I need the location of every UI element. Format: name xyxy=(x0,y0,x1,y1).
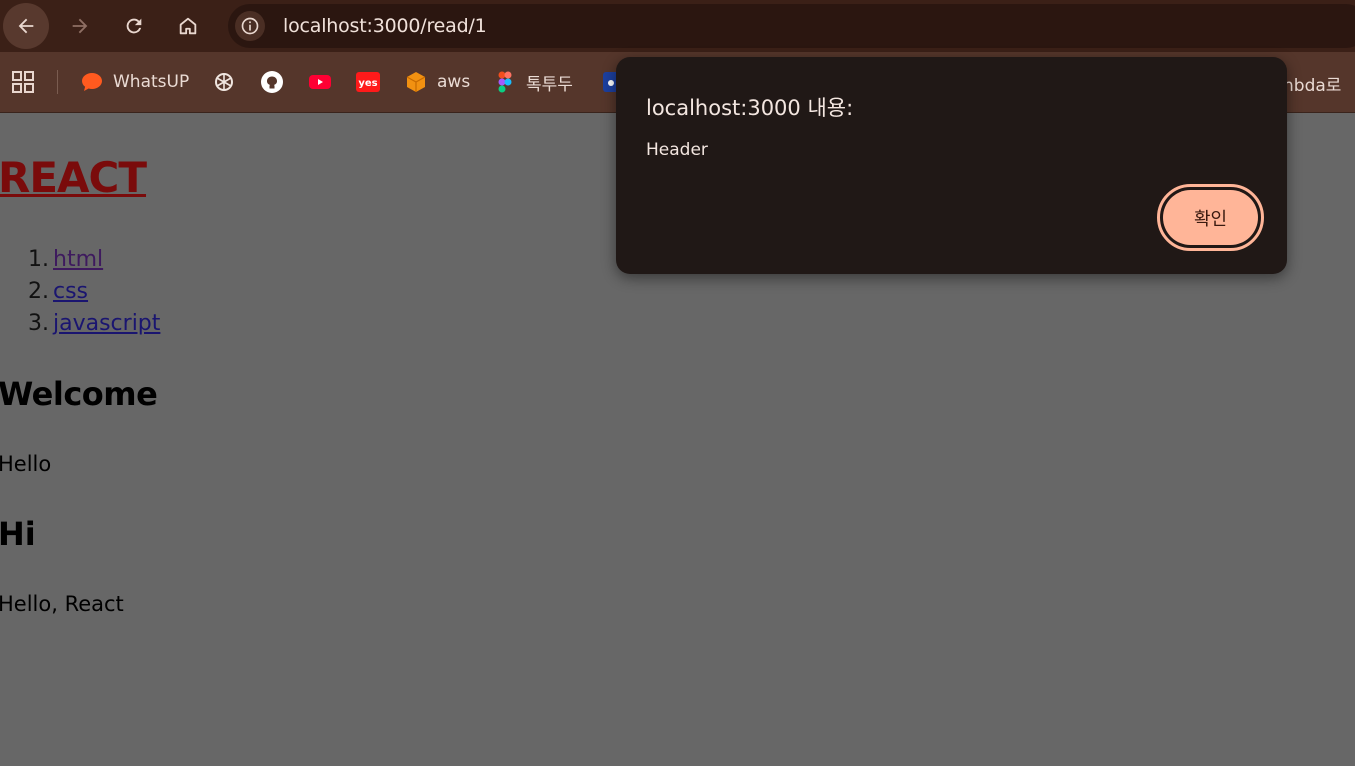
svg-text:yes: yes xyxy=(358,78,377,89)
header-link[interactable]: REACT xyxy=(0,153,147,202)
section-body: Hello, React xyxy=(0,592,124,616)
address-bar[interactable]: localhost:3000/read/1 xyxy=(228,4,1355,48)
url-text[interactable]: localhost:3000/read/1 xyxy=(283,15,487,37)
apps-grid-button[interactable] xyxy=(12,71,34,98)
page-header: REACT xyxy=(0,153,147,202)
aws-icon xyxy=(406,72,426,92)
apps-grid-icon xyxy=(12,71,34,93)
list-item: 2. css xyxy=(28,276,160,308)
section-title: Hi xyxy=(0,515,36,553)
reload-button[interactable] xyxy=(111,3,157,49)
chatgpt-icon xyxy=(215,73,233,91)
site-info-button[interactable] xyxy=(235,11,265,41)
bookmark-label: aws xyxy=(437,72,471,92)
article-title: Welcome xyxy=(0,375,158,413)
bookmark-whatsup[interactable]: WhatsUP xyxy=(80,68,189,96)
forward-arrow-icon xyxy=(72,18,88,34)
forward-button[interactable] xyxy=(57,3,103,49)
topic-link-css[interactable]: css xyxy=(53,279,88,304)
browser-toolbar: localhost:3000/read/1 xyxy=(0,0,1355,52)
back-button[interactable] xyxy=(3,3,49,49)
reload-icon xyxy=(126,18,142,34)
bookmark-truncated-label[interactable]: nbda로 xyxy=(1283,71,1341,96)
bookmark-yes24[interactable]: yes xyxy=(356,68,389,96)
bookmarks-separator xyxy=(57,70,58,94)
github-icon xyxy=(261,71,283,93)
home-icon xyxy=(179,17,197,35)
bookmark-chatgpt[interactable] xyxy=(212,68,245,96)
bookmark-label: 톡투두 xyxy=(526,74,573,95)
bookmark-figma[interactable]: 톡투두 xyxy=(493,68,573,96)
home-button[interactable] xyxy=(165,3,211,49)
list-number: 1. xyxy=(28,247,49,272)
topic-link-html[interactable]: html xyxy=(53,247,103,272)
list-item: 1. html xyxy=(28,244,160,276)
youtube-icon xyxy=(309,75,331,89)
dialog-title: localhost:3000 내용: xyxy=(646,96,854,120)
list-item: 3. javascript xyxy=(28,308,160,340)
dialog-ok-label: 확인 xyxy=(1163,190,1258,245)
chat-bubble-icon xyxy=(82,73,102,91)
figma-icon xyxy=(498,71,512,93)
topic-nav-list: 1. html 2. css 3. javascript xyxy=(28,244,160,340)
bookmark-youtube[interactable] xyxy=(308,68,341,96)
list-number: 3. xyxy=(28,311,49,336)
article-body: Hello xyxy=(0,452,52,476)
topic-link-javascript[interactable]: javascript xyxy=(53,311,160,336)
back-arrow-icon xyxy=(18,18,34,34)
bookmark-github[interactable] xyxy=(260,68,293,96)
alert-dialog: localhost:3000 내용: Header 확인 xyxy=(616,57,1287,274)
list-number: 2. xyxy=(28,279,49,304)
dialog-message: Header xyxy=(646,140,708,160)
info-icon xyxy=(241,17,259,35)
bookmark-label: WhatsUP xyxy=(113,72,190,92)
dialog-ok-button[interactable]: 확인 xyxy=(1157,184,1264,251)
yes24-icon: yes xyxy=(356,72,380,92)
bookmark-aws[interactable]: aws xyxy=(404,68,470,96)
